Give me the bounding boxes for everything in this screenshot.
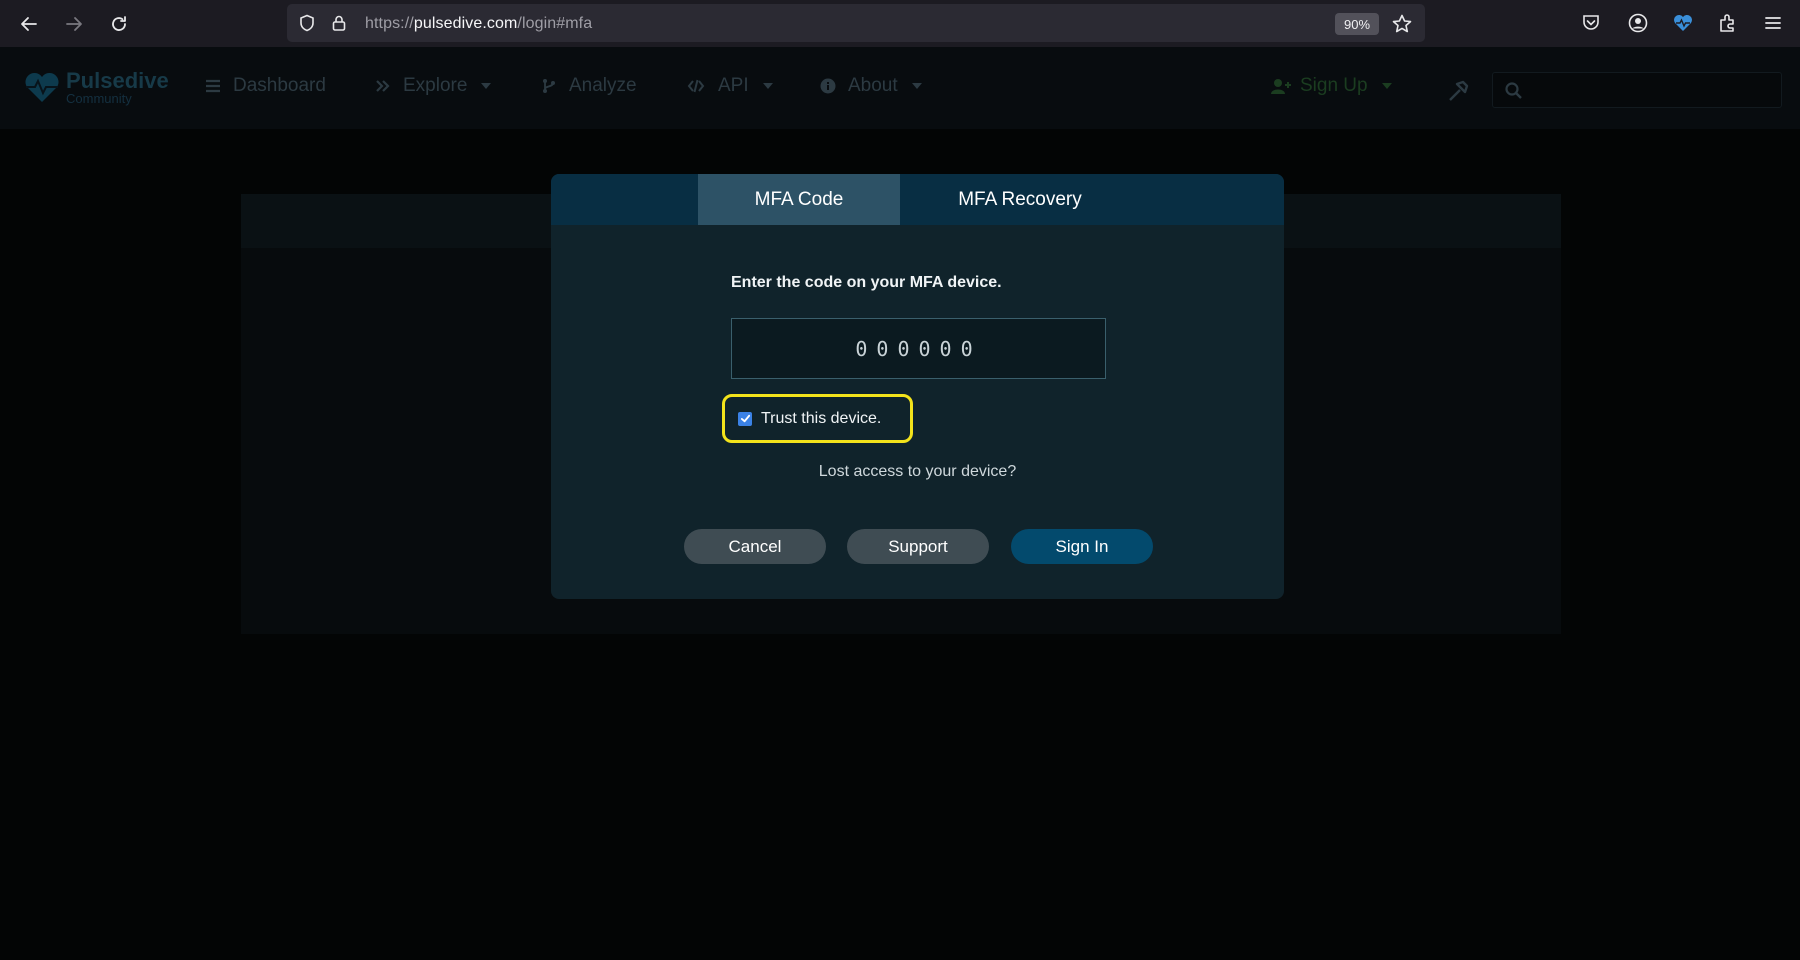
logo-name: Pulsedive [66, 67, 169, 93]
search-icon [1505, 82, 1522, 99]
lost-access-link-label[interactable]: Lost access to your device? [819, 463, 1016, 480]
support-button[interactable]: Support [847, 529, 989, 564]
chevron-down-icon [762, 83, 773, 89]
logo-subtitle: Community [66, 90, 132, 106]
browser-toolbar: https://pulsedive.com/login#mfa 90% [0, 0, 1800, 47]
sign-in-button[interactable]: Sign In [1011, 529, 1153, 564]
info-circle-icon [820, 78, 836, 94]
zoom-level-badge[interactable]: 90% [1335, 13, 1379, 35]
nav-sign-up[interactable]: Sign Up [1270, 75, 1392, 97]
mfa-tabs: MFA Code MFA Recovery [551, 174, 1284, 225]
heart-pulse-icon [25, 72, 59, 102]
account-icon[interactable] [1627, 12, 1649, 34]
code-icon [687, 79, 705, 93]
cancel-button[interactable]: Cancel [684, 529, 826, 564]
checkmark-icon [740, 414, 750, 423]
pocket-icon[interactable] [1580, 12, 1602, 34]
nav-api-label: API [718, 75, 749, 96]
shield-icon[interactable] [298, 14, 316, 32]
user-plus-icon [1271, 79, 1291, 94]
site-navbar: Pulsedive Community Dashboard Explore An… [0, 47, 1800, 129]
nav-about[interactable]: About [820, 75, 922, 97]
tab-mfa-code[interactable]: MFA Code [698, 174, 900, 225]
url-scheme: https:// [365, 15, 414, 32]
chevron-down-icon [1381, 83, 1392, 89]
bookmark-star-icon[interactable] [1391, 13, 1413, 35]
nav-dashboard-label: Dashboard [233, 75, 326, 96]
git-branch-icon [543, 79, 555, 93]
chevron-down-icon [481, 83, 492, 89]
url-path: /login#mfa [517, 15, 593, 32]
nav-explore-label: Explore [403, 75, 468, 96]
reload-button[interactable] [105, 10, 133, 38]
back-arrow-icon [21, 17, 37, 31]
nav-about-label: About [848, 75, 898, 96]
back-button[interactable] [15, 10, 43, 38]
nav-api[interactable]: API [686, 75, 773, 97]
pulsedive-extension-icon[interactable] [1672, 12, 1694, 34]
hammer-icon[interactable] [1446, 79, 1470, 103]
forward-arrow-icon [66, 17, 82, 31]
list-icon [206, 79, 220, 93]
forward-button[interactable] [60, 10, 88, 38]
tab-mfa-recovery[interactable]: MFA Recovery [900, 174, 1140, 225]
chevron-down-icon [911, 83, 922, 89]
trust-device-checkbox[interactable] [738, 411, 752, 426]
extensions-puzzle-icon[interactable] [1717, 12, 1739, 34]
url-text[interactable]: https://pulsedive.com/login#mfa [365, 15, 592, 33]
nav-sign-up-label: Sign Up [1300, 75, 1368, 96]
double-chevron-right-icon [376, 80, 390, 92]
mfa-code-input[interactable] [731, 318, 1106, 379]
site-search-input[interactable] [1492, 72, 1782, 108]
nav-analyze[interactable]: Analyze [541, 75, 637, 97]
nav-analyze-label: Analyze [569, 75, 637, 96]
trust-device-label[interactable]: Trust this device. [761, 410, 881, 428]
nav-dashboard[interactable]: Dashboard [205, 75, 326, 97]
nav-explore[interactable]: Explore [375, 75, 492, 97]
lock-icon[interactable] [330, 14, 348, 32]
url-host: pulsedive.com [413, 15, 518, 32]
reload-icon [112, 16, 126, 31]
pulsedive-logo[interactable]: Pulsedive Community [22, 69, 169, 105]
url-bar[interactable]: https://pulsedive.com/login#mfa 90% [287, 4, 1425, 42]
hamburger-menu-icon[interactable] [1762, 12, 1784, 34]
lost-access-link[interactable]: Lost access to your device? [551, 463, 1284, 481]
mfa-prompt: Enter the code on your MFA device. [731, 274, 1002, 291]
trust-device-option[interactable]: Trust this device. [722, 394, 913, 443]
mfa-modal: MFA Code MFA Recovery Enter the code on … [551, 174, 1284, 599]
